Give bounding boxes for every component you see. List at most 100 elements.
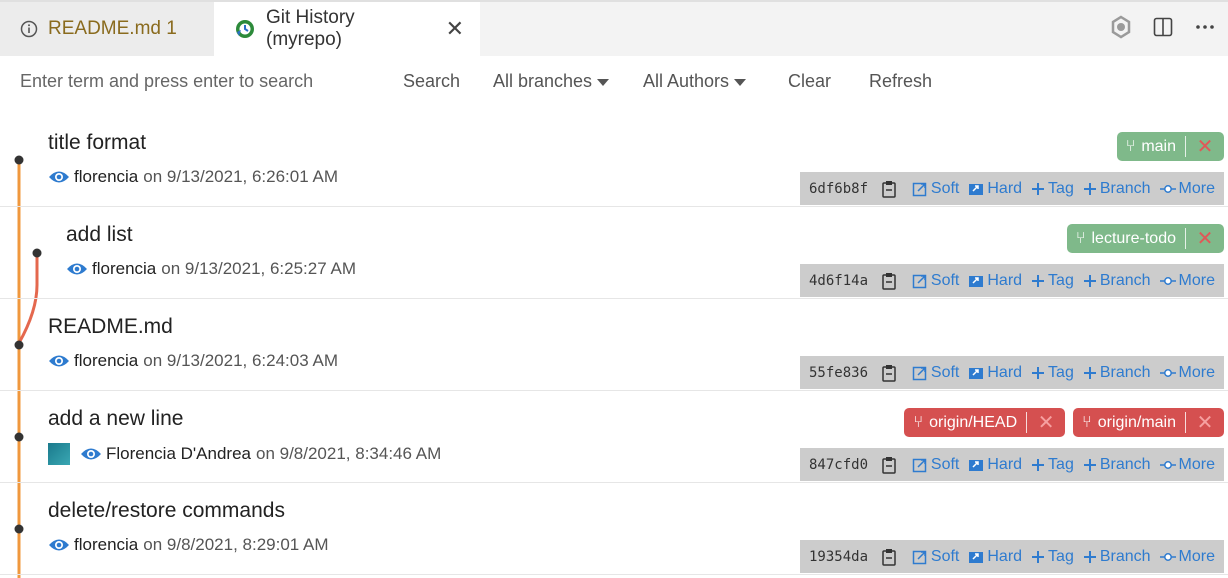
add-branch-button[interactable]: Branch — [1083, 456, 1151, 474]
more-button[interactable]: More — [1159, 363, 1215, 382]
eye-icon[interactable] — [48, 353, 70, 369]
tag-label: Tag — [1048, 271, 1074, 289]
ref-badge[interactable]: ⑂ origin/HEAD ✕ — [904, 408, 1066, 437]
plus-icon — [1083, 182, 1097, 196]
delete-ref-icon[interactable]: ✕ — [1027, 410, 1065, 435]
ref-badge[interactable]: ⑂ main ✕ — [1116, 132, 1224, 161]
add-branch-button[interactable]: Branch — [1083, 364, 1151, 382]
soft-reset-icon — [912, 457, 928, 473]
more-button[interactable]: More — [1159, 456, 1215, 474]
soft-reset-button[interactable]: Soft — [912, 548, 959, 566]
eye-icon[interactable] — [66, 261, 88, 277]
tab-git-history[interactable]: Git History (myrepo) ✕ — [214, 2, 480, 56]
commit-subject[interactable]: add a new line — [48, 407, 183, 431]
commit-hash[interactable]: 6df6b8f — [809, 181, 873, 197]
commit-hash[interactable]: 19354da — [809, 549, 873, 565]
commit-author[interactable]: florencia — [74, 167, 138, 187]
add-tag-button[interactable]: Tag — [1031, 548, 1074, 566]
soft-reset-button[interactable]: Soft — [912, 180, 959, 198]
commit-row[interactable]: add list florencia on 9/13/2021, 6:25:27… — [0, 207, 1228, 299]
clear-button[interactable]: Clear — [788, 71, 831, 92]
split-editor-icon[interactable] — [1150, 14, 1176, 40]
plus-icon — [1083, 366, 1097, 380]
commit-date: on 9/13/2021, 6:25:27 AM — [161, 259, 356, 278]
branch-label: Branch — [1099, 547, 1151, 565]
extensions-icon[interactable] — [1108, 14, 1134, 40]
commit-hash[interactable]: 55fe836 — [809, 365, 873, 381]
commit-hash[interactable]: 847cfd0 — [809, 457, 873, 473]
more-button[interactable]: More — [1159, 180, 1215, 198]
commit-author[interactable]: Florencia D'Andrea — [106, 444, 251, 464]
clipboard-icon[interactable] — [880, 548, 898, 566]
commit-subject[interactable]: title format — [48, 131, 146, 155]
tab-readme[interactable]: README.md 1 — [0, 2, 214, 56]
commit-actions: 19354da Soft Hard Tag Branch More — [800, 540, 1224, 573]
close-icon[interactable]: ✕ — [446, 18, 464, 40]
ref-badge[interactable]: ⑂ origin/main ✕ — [1073, 408, 1224, 437]
delete-ref-icon[interactable]: ✕ — [1186, 410, 1224, 435]
eye-icon[interactable] — [80, 446, 102, 462]
branches-dropdown-label: All branches — [493, 71, 593, 91]
add-tag-button[interactable]: Tag — [1031, 272, 1074, 290]
hard-reset-button[interactable]: Hard — [968, 180, 1022, 198]
clipboard-icon[interactable] — [880, 180, 898, 198]
more-actions-icon[interactable] — [1192, 14, 1218, 40]
soft-label: Soft — [930, 363, 960, 381]
hard-reset-button[interactable]: Hard — [968, 272, 1022, 290]
delete-ref-icon[interactable]: ✕ — [1186, 134, 1224, 159]
commit-author[interactable]: florencia — [74, 351, 138, 371]
authors-dropdown-label: All Authors — [643, 71, 730, 91]
commit-subject[interactable]: README.md — [48, 315, 173, 339]
hard-reset-button[interactable]: Hard — [968, 456, 1022, 474]
hard-label: Hard — [987, 363, 1023, 381]
branches-dropdown[interactable]: All branches — [493, 71, 610, 92]
clipboard-icon[interactable] — [880, 456, 898, 474]
commit-author[interactable]: florencia — [74, 535, 138, 555]
soft-reset-button[interactable]: Soft — [912, 272, 959, 290]
add-branch-button[interactable]: Branch — [1083, 548, 1151, 566]
soft-reset-button[interactable]: Soft — [912, 456, 959, 474]
commit-list: title format florencia on 9/13/2021, 6:2… — [0, 115, 1228, 575]
commit-actions: 4d6f14a Soft Hard Tag Branch More — [800, 264, 1224, 297]
more-button[interactable]: More — [1159, 272, 1215, 290]
add-branch-button[interactable]: Branch — [1083, 272, 1151, 290]
branch-label: Branch — [1099, 271, 1151, 289]
soft-label: Soft — [930, 271, 960, 289]
delete-ref-icon[interactable]: ✕ — [1186, 226, 1224, 251]
clipboard-icon[interactable] — [880, 364, 898, 382]
more-button[interactable]: More — [1159, 548, 1215, 566]
commit-date: on 9/8/2021, 8:29:01 AM — [143, 535, 329, 554]
commit-row[interactable]: title format florencia on 9/13/2021, 6:2… — [0, 115, 1228, 207]
ref-label: origin/HEAD — [929, 413, 1018, 431]
tab-git-history-label: Git History (myrepo) — [266, 7, 355, 50]
commit-node-icon — [1159, 459, 1176, 471]
eye-icon[interactable] — [48, 169, 70, 185]
add-tag-button[interactable]: Tag — [1031, 364, 1074, 382]
commit-row[interactable]: delete/restore commands florencia on 9/8… — [0, 483, 1228, 575]
commit-hash[interactable]: 4d6f14a — [809, 273, 873, 289]
commit-author[interactable]: florencia — [92, 259, 156, 279]
more-label: More — [1178, 363, 1215, 381]
authors-dropdown[interactable]: All Authors — [643, 71, 747, 92]
commit-subject[interactable]: add list — [66, 223, 133, 247]
add-branch-button[interactable]: Branch — [1083, 180, 1151, 198]
editor-tab-bar: README.md 1 Git History (myrepo) ✕ — [0, 0, 1228, 56]
soft-reset-button[interactable]: Soft — [912, 364, 959, 382]
commit-subject[interactable]: delete/restore commands — [48, 499, 285, 523]
add-tag-button[interactable]: Tag — [1031, 180, 1074, 198]
search-button[interactable]: Search — [403, 71, 460, 92]
hard-reset-button[interactable]: Hard — [968, 364, 1022, 382]
commit-row[interactable]: add a new line Florencia D'Andrea on 9/8… — [0, 391, 1228, 483]
refresh-button[interactable]: Refresh — [869, 71, 932, 92]
soft-reset-icon — [912, 273, 928, 289]
hard-reset-button[interactable]: Hard — [968, 548, 1022, 566]
search-input[interactable] — [12, 66, 382, 96]
eye-icon[interactable] — [48, 537, 70, 553]
avatar — [48, 443, 70, 465]
ref-label: main — [1141, 137, 1176, 155]
add-tag-button[interactable]: Tag — [1031, 456, 1074, 474]
clipboard-icon[interactable] — [880, 272, 898, 290]
commit-node-icon — [1159, 367, 1176, 379]
ref-badge[interactable]: ⑂ lecture-todo ✕ — [1066, 224, 1224, 253]
commit-row[interactable]: README.md florencia on 9/13/2021, 6:24:0… — [0, 299, 1228, 391]
